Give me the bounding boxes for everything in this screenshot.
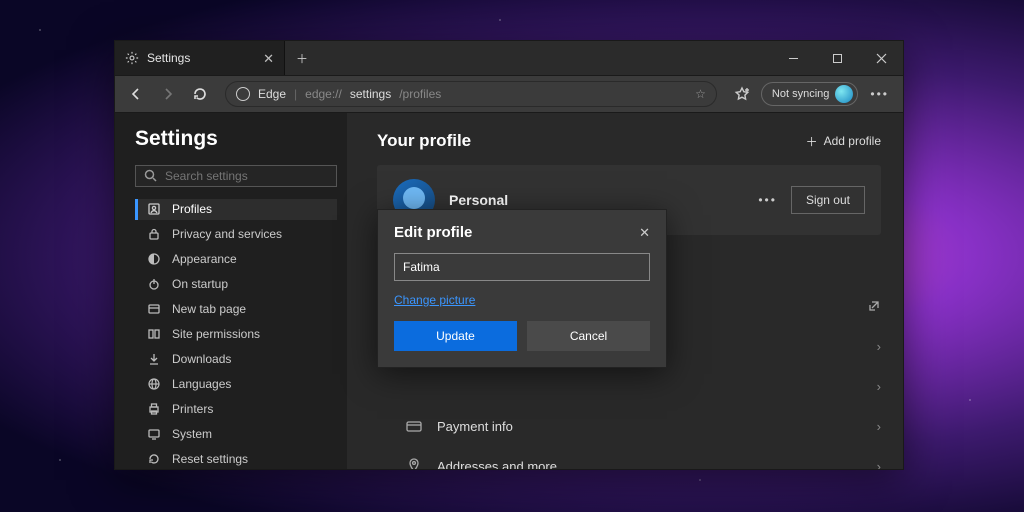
- sidebar-item-appearance[interactable]: Appearance: [135, 248, 337, 269]
- sidebar-item-downloads[interactable]: Downloads: [135, 348, 337, 369]
- close-window-button[interactable]: [859, 41, 903, 75]
- sidebar-item-label: Profiles: [172, 202, 212, 216]
- sidebar-item-profiles[interactable]: Profiles: [135, 199, 337, 220]
- power-icon: [146, 277, 162, 291]
- tab-settings[interactable]: Settings ✕: [115, 41, 285, 75]
- search-icon: [144, 169, 157, 182]
- edit-profile-dialog: Edit profile ✕ Change picture Update Can…: [377, 209, 667, 368]
- printer-icon: [146, 402, 162, 416]
- profile-more-button[interactable]: •••: [758, 193, 777, 207]
- add-profile-label: Add profile: [824, 134, 881, 148]
- toolbar: Edge | edge:// settings/profiles ☆ Not sy…: [115, 75, 903, 113]
- new-tab-button[interactable]: ＋: [285, 41, 319, 75]
- plus-icon: ＋: [806, 133, 818, 150]
- dialog-close-button[interactable]: ✕: [639, 225, 650, 241]
- chevron-right-icon: ›: [877, 379, 881, 394]
- settings-sidebar: Settings Profiles Privacy and services A…: [115, 113, 347, 469]
- address-bar[interactable]: Edge | edge:// settings/profiles ☆: [225, 81, 717, 107]
- system-icon: [146, 427, 162, 441]
- sidebar-item-reset[interactable]: Reset settings: [135, 448, 337, 469]
- browser-window: Settings ✕ ＋ Edge | edge:// settings/prof…: [114, 40, 904, 470]
- url-separator: |: [294, 87, 297, 101]
- sidebar-item-label: New tab page: [172, 302, 246, 316]
- sidebar-item-sitepermissions[interactable]: Site permissions: [135, 323, 337, 344]
- sidebar-item-printers[interactable]: Printers: [135, 398, 337, 419]
- profile-name: Personal: [449, 192, 508, 208]
- minimize-button[interactable]: [771, 41, 815, 75]
- sidebar-item-label: On startup: [172, 277, 228, 291]
- favorite-star-icon[interactable]: ☆: [695, 87, 706, 101]
- sidebar-item-onstartup[interactable]: On startup: [135, 273, 337, 294]
- dialog-title: Edit profile: [394, 224, 472, 241]
- row-label: Payment info: [437, 419, 513, 434]
- sidebar-item-label: Reset settings: [172, 452, 248, 466]
- sidebar-item-label: Printers: [172, 402, 213, 416]
- main-header: Your profile ＋ Add profile: [377, 131, 881, 151]
- reset-icon: [146, 452, 162, 466]
- edge-logo-icon: [236, 87, 250, 101]
- more-menu-button[interactable]: •••: [864, 87, 895, 101]
- sidebar-item-label: Site permissions: [172, 327, 260, 341]
- external-link-icon: [867, 299, 881, 313]
- sidebar-item-newtab[interactable]: New tab page: [135, 298, 337, 319]
- chevron-right-icon: ›: [877, 459, 881, 470]
- pin-icon: [405, 458, 423, 469]
- sign-out-button[interactable]: Sign out: [791, 186, 865, 214]
- chevron-right-icon: ›: [877, 339, 881, 354]
- newtab-icon: [146, 302, 162, 316]
- lock-icon: [146, 227, 162, 241]
- url-mid: settings: [350, 87, 391, 101]
- tab-title: Settings: [147, 51, 190, 65]
- sidebar-item-privacy[interactable]: Privacy and services: [135, 224, 337, 245]
- update-button[interactable]: Update: [394, 321, 517, 351]
- forward-button[interactable]: [155, 81, 181, 107]
- search-input[interactable]: [165, 169, 328, 183]
- settings-row-payment[interactable]: Payment info ›: [405, 407, 881, 445]
- gear-icon: [125, 51, 139, 65]
- row-label: Addresses and more: [437, 459, 557, 470]
- cancel-button[interactable]: Cancel: [527, 321, 650, 351]
- url-scheme: edge://: [305, 87, 342, 101]
- settings-row-addresses[interactable]: Addresses and more ›: [405, 447, 881, 469]
- profiles-icon: [146, 202, 162, 216]
- permissions-icon: [146, 327, 162, 341]
- sidebar-item-label: System: [172, 427, 212, 441]
- favorites-button[interactable]: [729, 81, 755, 107]
- maximize-button[interactable]: [815, 41, 859, 75]
- refresh-button[interactable]: [187, 81, 213, 107]
- sidebar-item-label: Languages: [172, 377, 231, 391]
- card-icon: [405, 419, 423, 433]
- url-suffix: /profiles: [399, 87, 441, 101]
- download-icon: [146, 352, 162, 366]
- sidebar-item-label: Appearance: [172, 252, 237, 266]
- sidebar-item-languages[interactable]: Languages: [135, 373, 337, 394]
- settings-row-hidden3[interactable]: ›: [405, 367, 881, 405]
- tab-close-icon[interactable]: ✕: [263, 52, 274, 65]
- url-label: Edge: [258, 87, 286, 101]
- profile-avatar-icon: [835, 85, 853, 103]
- back-button[interactable]: [123, 81, 149, 107]
- window-controls: [771, 41, 903, 75]
- change-picture-link[interactable]: Change picture: [394, 293, 475, 307]
- sidebar-item-label: Downloads: [172, 352, 231, 366]
- language-icon: [146, 377, 162, 391]
- appearance-icon: [146, 252, 162, 266]
- settings-search[interactable]: [135, 165, 337, 187]
- sidebar-item-label: Privacy and services: [172, 227, 282, 241]
- chevron-right-icon: ›: [877, 419, 881, 434]
- sidebar-item-system[interactable]: System: [135, 423, 337, 444]
- sync-status-pill[interactable]: Not syncing: [761, 82, 858, 106]
- add-profile-button[interactable]: ＋ Add profile: [806, 133, 881, 150]
- page-title: Your profile: [377, 131, 471, 151]
- sidebar-title: Settings: [135, 127, 337, 151]
- tab-strip: Settings ✕ ＋: [115, 41, 903, 75]
- profile-name-input[interactable]: [394, 253, 650, 281]
- sync-label: Not syncing: [772, 88, 829, 100]
